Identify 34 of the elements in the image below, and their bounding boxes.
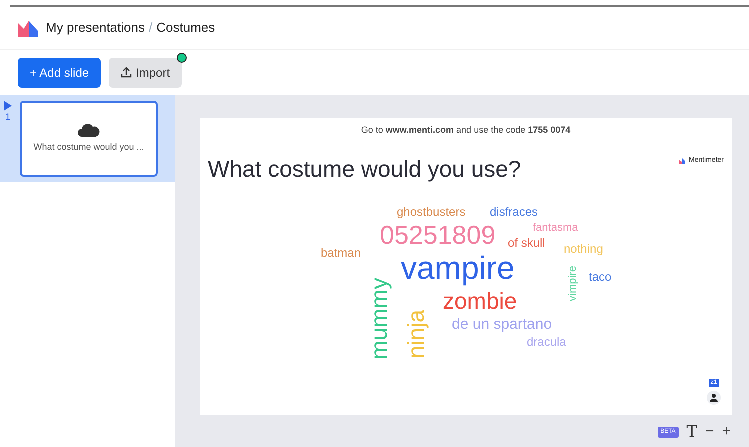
logo-icon — [678, 158, 685, 164]
word-cloud-word: nothing — [564, 243, 604, 255]
text-size-button[interactable]: T — [686, 420, 698, 444]
import-button[interactable]: Import — [109, 58, 182, 88]
word-cloud-word: zombie — [443, 290, 518, 313]
word-cloud-word: vimpire — [568, 266, 579, 302]
word-cloud-word: 05251809 — [380, 222, 496, 248]
breadcrumb-current: Costumes — [156, 19, 216, 38]
zoom-out-button[interactable]: − — [705, 420, 714, 444]
word-cloud-word: mummy — [368, 278, 391, 360]
word-cloud-word: disfraces — [490, 206, 538, 218]
word-cloud-word: of skull — [508, 237, 546, 249]
add-slide-button[interactable]: + Add slide — [18, 58, 102, 88]
word-cloud-word: ninja — [405, 310, 428, 359]
word-cloud-word: vampire — [401, 252, 515, 284]
slide-title: What costume would you ... — [34, 141, 144, 154]
word-cloud-icon — [78, 123, 100, 138]
word-cloud-word: dracula — [527, 336, 566, 348]
word-cloud-word: de un spartano — [452, 317, 552, 332]
word-cloud-word: taco — [589, 271, 612, 283]
word-cloud-word: ghostbusters — [397, 206, 466, 218]
breadcrumb-separator: / — [149, 19, 153, 38]
instructions-text: Go to www.menti.com and use the code 1755 0074 — [360, 124, 572, 137]
slide-thumbnail[interactable]: What costume would you ... — [20, 101, 158, 177]
word-cloud-word: batman — [321, 247, 362, 259]
breadcrumb-link[interactable]: My presentations — [46, 18, 145, 38]
participants-icon — [707, 391, 721, 405]
word-cloud-word: fantasma — [533, 223, 578, 234]
slide-number: 1 — [5, 111, 10, 124]
logo-icon[interactable] — [18, 19, 38, 37]
play-icon[interactable] — [4, 101, 12, 111]
upload-icon — [121, 67, 132, 78]
question-title: What costume would you use? — [208, 155, 522, 184]
zoom-in-button[interactable]: + — [722, 420, 731, 444]
